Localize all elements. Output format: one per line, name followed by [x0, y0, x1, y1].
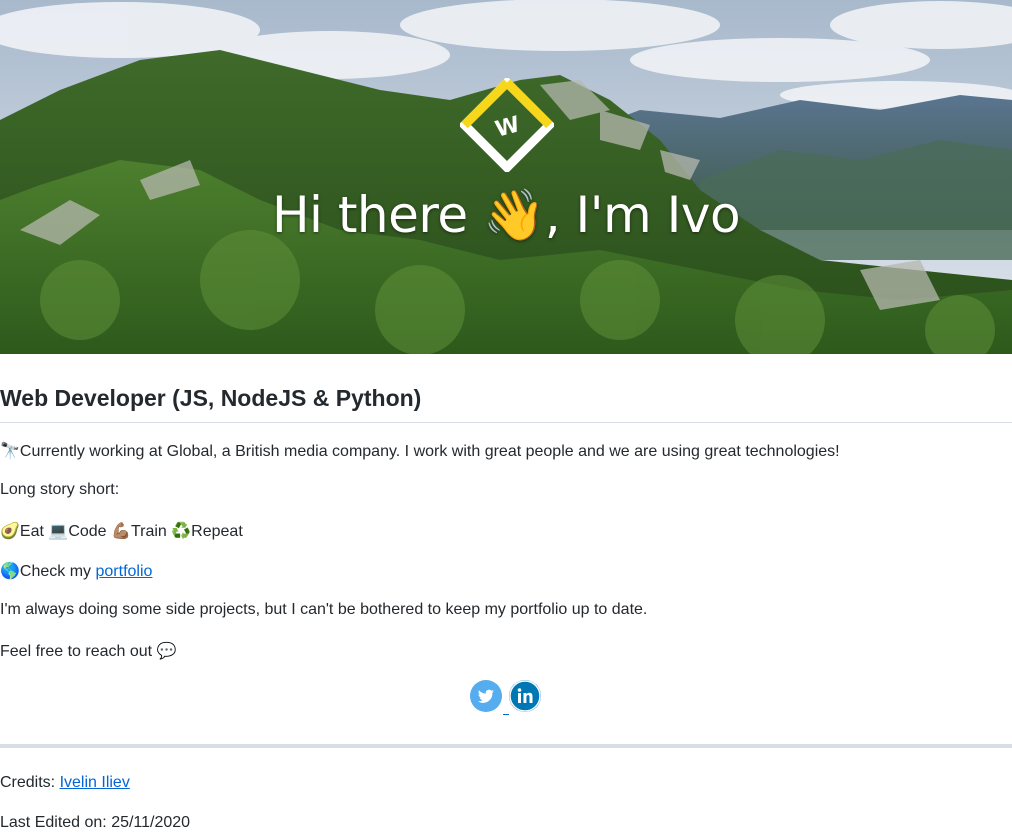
link-underline: [503, 714, 509, 715]
story-line: Long story short:: [0, 481, 120, 498]
credits-line: Credits: Ivelin Iliev: [0, 774, 130, 792]
routine-train: Train: [130, 523, 167, 540]
page-heading: Web Developer (JS, NodeJS & Python): [0, 385, 1012, 423]
reach-out-text: Feel free to reach out: [0, 643, 157, 660]
reach-out-line: Feel free to reach out 💬: [0, 641, 176, 661]
portfolio-prefix: Check my: [19, 563, 96, 580]
speech-bubble-icon: 💬: [156, 641, 177, 660]
portfolio-line: 🌎Check my portfolio: [0, 561, 152, 581]
telescope-icon: 🔭: [0, 441, 20, 460]
routine-repeat: Repeat: [191, 523, 243, 540]
last-edited: Last Edited on: 25/11/2020: [0, 814, 191, 831]
routine-eat: Eat: [19, 523, 44, 540]
linkedin-icon[interactable]: [509, 680, 541, 712]
mountain-landscape-image: [0, 0, 1012, 354]
svg-text:W: W: [493, 112, 523, 142]
credits-prefix: Credits:: [0, 774, 60, 791]
side-projects-line: I'm always doing some side projects, but…: [0, 601, 648, 618]
intro-line: 🔭Currently working at Global, a British …: [0, 441, 840, 461]
intro-text: Currently working at Global, a British m…: [19, 443, 840, 460]
hero-banner: W Hi there 👋, I'm Ivo: [0, 0, 1012, 354]
laptop-icon: 💻: [48, 521, 69, 540]
globe-icon: 🌎: [0, 561, 20, 580]
avocado-icon: 🥑: [0, 521, 20, 540]
hero-title: Hi there 👋, I'm Ivo: [271, 186, 741, 244]
ivo-diamond-logo-icon: W: [460, 78, 554, 172]
routine-line: 🥑Eat 💻Code 💪🏽Train ♻️Repeat: [0, 521, 243, 541]
flexed-biceps-icon: 💪🏽: [111, 521, 131, 540]
twitter-icon[interactable]: [470, 680, 502, 712]
portfolio-link[interactable]: portfolio: [96, 563, 153, 580]
routine-code: Code: [68, 523, 107, 540]
section-divider: [0, 744, 1012, 748]
credits-link[interactable]: Ivelin Iliev: [60, 774, 130, 791]
recycle-icon: ♻️: [171, 521, 192, 540]
